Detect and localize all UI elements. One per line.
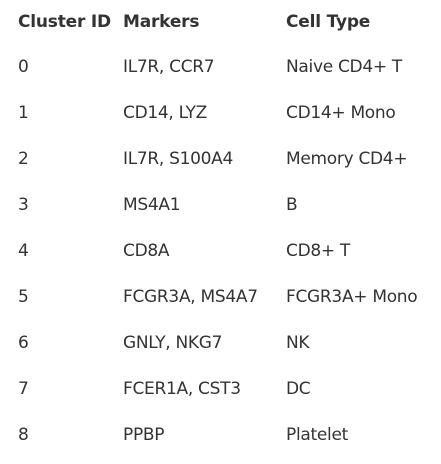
table-header: Cluster ID Markers Cell Type [0, 0, 441, 44]
cell-markers: CD8A [123, 241, 170, 261]
header-cell-type: Cell Type [286, 12, 371, 32]
cell-cell-type: Memory CD4+ [286, 149, 408, 169]
header-cluster-id: Cluster ID [18, 12, 111, 32]
cell-cell-type: Platelet [286, 425, 348, 445]
cell-cell-type: Naive CD4+ T [286, 57, 402, 77]
cell-cluster-id: 2 [18, 149, 29, 169]
cell-cell-type: NK [286, 333, 310, 353]
cell-cell-type: FCGR3A+ Mono [286, 287, 418, 307]
table-row: 5 FCGR3A, MS4A7 FCGR3A+ Mono [0, 274, 441, 320]
cell-cluster-id: 5 [18, 287, 29, 307]
table-row: 4 CD8A CD8+ T [0, 228, 441, 274]
cell-cluster-id: 7 [18, 379, 29, 399]
cell-cell-type: CD14+ Mono [286, 103, 396, 123]
cell-cell-type: B [286, 195, 298, 215]
cell-markers: IL7R, S100A4 [123, 149, 234, 169]
cell-cell-type: DC [286, 379, 311, 399]
table-row: 0 IL7R, CCR7 Naive CD4+ T [0, 44, 441, 90]
table-row: 1 CD14, LYZ CD14+ Mono [0, 90, 441, 136]
cell-cell-type: CD8+ T [286, 241, 351, 261]
cell-cluster-id: 4 [18, 241, 29, 261]
cell-markers: CD14, LYZ [123, 103, 207, 123]
cell-markers: FCGR3A, MS4A7 [123, 287, 258, 307]
cell-cluster-id: 3 [18, 195, 29, 215]
table-row: 2 IL7R, S100A4 Memory CD4+ [0, 136, 441, 182]
table-row: 6 GNLY, NKG7 NK [0, 320, 441, 366]
table-row: 7 FCER1A, CST3 DC [0, 366, 441, 412]
table-body: 0 IL7R, CCR7 Naive CD4+ T 1 CD14, LYZ CD… [0, 44, 441, 458]
header-markers: Markers [123, 12, 200, 32]
cell-markers: FCER1A, CST3 [123, 379, 241, 399]
cell-markers: IL7R, CCR7 [123, 57, 215, 77]
cluster-table: Cluster ID Markers Cell Type 0 IL7R, CCR… [0, 0, 441, 458]
cell-cluster-id: 1 [18, 103, 29, 123]
cell-markers: PPBP [123, 425, 165, 445]
table-row: 3 MS4A1 B [0, 182, 441, 228]
cell-markers: MS4A1 [123, 195, 181, 215]
cell-markers: GNLY, NKG7 [123, 333, 223, 353]
header-row: Cluster ID Markers Cell Type [0, 0, 441, 44]
cell-cluster-id: 0 [18, 57, 29, 77]
cell-cluster-id: 8 [18, 425, 29, 445]
cell-cluster-id: 6 [18, 333, 29, 353]
table-row: 8 PPBP Platelet [0, 412, 441, 458]
